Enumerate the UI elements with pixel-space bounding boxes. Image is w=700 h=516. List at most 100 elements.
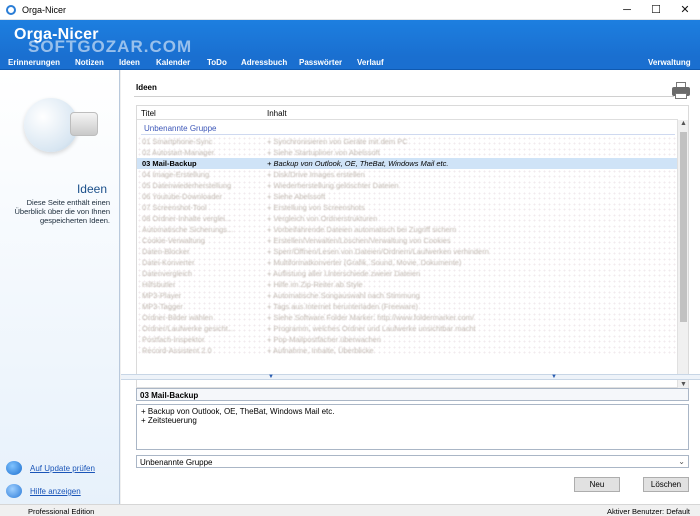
table-row[interactable]: 05 Datenwiederherstellung + Wiederherstel…	[137, 180, 678, 191]
row-title: 04 Image-Erstellung	[142, 170, 210, 179]
page-title: Ideen	[136, 83, 157, 92]
group-header[interactable]: Unbenannte Gruppe	[144, 124, 217, 133]
detail-title-field[interactable]: 03 Mail-Backup	[136, 388, 689, 401]
table-row[interactable]: 01 Smartphone-Sync + Synchronisieren von …	[137, 136, 678, 147]
active-user-label: Aktiver Benutzer: Default	[607, 507, 690, 516]
table-row[interactable]: MP3-Tagger + Tags aus Internet herunterla…	[137, 301, 678, 312]
nav-passwoerter[interactable]: Passwörter	[299, 58, 342, 67]
row-title: Automatische Sicherungs...	[142, 225, 234, 234]
table-row[interactable]: 02 Autostart-Manager + Siehe Startupliner…	[137, 147, 678, 158]
row-content: + Siehe Startupliner von Abelssoft	[267, 148, 380, 157]
ideas-grid: Titel Inhalt Unbenannte Gruppe 01 Smartp…	[136, 105, 689, 399]
app-icon	[6, 5, 16, 15]
splitter-marker-icon: ▼	[268, 374, 274, 380]
row-content: + Siehe Software Folder Marker: http://w…	[267, 313, 474, 322]
globe-icon	[6, 461, 22, 475]
sidebar-title: Ideen	[76, 182, 107, 196]
row-content: + Wiederherstellung gelöschter Dateien	[267, 181, 399, 190]
table-row[interactable]: 04 Image-Erstellung + Disk/Drive Images e…	[137, 169, 678, 180]
row-title: 05 Datenwiederherstellung	[142, 181, 232, 190]
table-row[interactable]: 08 Ordner-Inhalte verglei... + Vergleich …	[137, 213, 678, 224]
update-link[interactable]: Auf Update prüfen	[30, 464, 95, 473]
sidebar: Ideen Diese Seite enthält einen Überblic…	[0, 70, 120, 504]
row-content: + Automatische Songauswahl nach Stimmung	[267, 291, 420, 300]
column-header-inhalt[interactable]: Inhalt	[267, 109, 287, 118]
row-content: + Disk/Drive Images erstellen	[267, 170, 365, 179]
table-row[interactable]: 07 Screenshot-Tool + Erstellung von Scree…	[137, 202, 678, 213]
vertical-scroll-thumb[interactable]	[680, 132, 687, 322]
row-content: + Erstellen/Verwalten/Löschen/Verwaltung…	[267, 236, 451, 245]
scroll-up-icon[interactable]: ▲	[680, 120, 687, 127]
row-content: + Auflistung aller Unterschiede zweier D…	[267, 269, 421, 278]
table-row[interactable]: Daten-Blocker + Sperr/Öffnen/Lesen von Da…	[137, 246, 678, 257]
row-title: 01 Smartphone-Sync	[142, 137, 213, 146]
sidebar-description: Diese Seite enthält einen Überblick über…	[14, 198, 110, 225]
table-row[interactable]: Ordner-Bilder wählen + Siehe Software Fol…	[137, 312, 678, 323]
table-row[interactable]: Automatische Sicherungs... + Vorbeifahren…	[137, 224, 678, 235]
row-title: Datei-Konverter	[142, 258, 195, 267]
row-title: Cookie-Verwaltung	[142, 236, 205, 245]
row-content: + Pop-Mailpostfächer überwachen	[267, 335, 382, 344]
table-row[interactable]: 03 Mail-Backup + Backup von Outlook, OE, …	[137, 158, 678, 169]
row-title: 03 Mail-Backup	[142, 159, 197, 168]
window-title: Orga-Nicer	[22, 5, 67, 15]
watermark: SOFTGOZAR.COM	[28, 37, 193, 56]
row-content: + Backup von Outlook, OE, TheBat, Window…	[267, 159, 449, 168]
nav-verlauf[interactable]: Verlauf	[357, 58, 384, 67]
printer-icon[interactable]	[672, 82, 690, 100]
table-row[interactable]: Ordner/Laufwerke gesicht... + Programm, w…	[137, 323, 678, 334]
main-panel: Ideen Titel Inhalt Unbenannte Gruppe 01 …	[121, 70, 700, 504]
help-icon	[6, 484, 22, 498]
detail-content-textarea[interactable]: + Backup von Outlook, OE, TheBat, Window…	[136, 404, 689, 450]
scroll-down-icon[interactable]: ▼	[680, 381, 687, 388]
table-row[interactable]: Record-Assistent 2.0 + Aufnahme, Inhalte,…	[137, 345, 678, 356]
row-title: Ordner/Laufwerke gesicht...	[142, 324, 235, 333]
row-title: 02 Autostart-Manager	[142, 148, 215, 157]
maximize-button[interactable]: ☐	[641, 0, 671, 20]
row-content: + Hilfe im Zip-Reiter ab Style	[267, 280, 363, 289]
group-select[interactable]: Unbenannte Gruppe ⌄	[136, 455, 689, 468]
help-link-row[interactable]: Hilfe anzeigen	[6, 484, 116, 498]
row-title: Datenvergleich	[142, 269, 193, 278]
nav-erinnerungen[interactable]: Erinnerungen	[8, 58, 60, 67]
row-content: + Vergleich von Ordnerstrukturen	[267, 214, 378, 223]
row-title: Record-Assistent 2.0	[142, 346, 212, 355]
row-title: 07 Screenshot-Tool	[142, 203, 207, 212]
nav-ideen[interactable]: Ideen	[119, 58, 140, 67]
splitter-marker-icon: ▼	[551, 374, 557, 380]
table-row[interactable]: Hilfsbutler + Hilfe im Zip-Reiter ab Styl…	[137, 279, 678, 290]
row-content: + Programm, welches Ordner und Laufwerke…	[267, 324, 476, 333]
nav-todo[interactable]: ToDo	[207, 58, 227, 67]
new-button[interactable]: Neu	[574, 477, 620, 492]
close-button[interactable]: ✕	[670, 0, 700, 20]
group-divider	[141, 134, 675, 135]
panel-splitter[interactable]: ▼ ▼	[121, 374, 700, 380]
app-header: Orga-Nicer SOFTGOZAR.COM	[0, 20, 700, 57]
row-title: 08 Ordner-Inhalte verglei...	[142, 214, 232, 223]
row-title: MP3-Player	[142, 291, 182, 300]
help-link[interactable]: Hilfe anzeigen	[30, 487, 81, 496]
table-row[interactable]: Postfach-Inspektor + Pop-Mailpostfächer ü…	[137, 334, 678, 345]
table-row[interactable]: Cookie-Verwaltung + Erstellen/Verwalten/L…	[137, 235, 678, 246]
row-content: + Tags aus Internet herunterladen (Freew…	[267, 302, 418, 311]
grid-header: Titel Inhalt	[137, 106, 678, 120]
table-row[interactable]: MP3-Player + Automatische Songauswahl nac…	[137, 290, 678, 301]
table-row[interactable]: 06 Youtube-Downloader + Siehe Abelssoft	[137, 191, 678, 202]
vertical-scrollbar[interactable]: ▲ ▼	[677, 120, 688, 388]
nav-adressbuch[interactable]: Adressbuch	[241, 58, 287, 67]
main-nav: Erinnerungen Notizen Ideen Kalender ToDo…	[0, 57, 700, 70]
update-link-row[interactable]: Auf Update prüfen	[6, 461, 116, 475]
column-header-titel[interactable]: Titel	[141, 109, 156, 118]
row-title: Hilfsbutler	[142, 280, 176, 289]
nav-verwaltung[interactable]: Verwaltung	[648, 58, 691, 67]
table-row[interactable]: Datei-Konverter + Multiformatkonverter (G…	[137, 257, 678, 268]
nav-notizen[interactable]: Notizen	[75, 58, 104, 67]
chevron-down-icon[interactable]: ⌄	[678, 457, 685, 466]
table-row[interactable]: Datenvergleich + Auflistung aller Untersc…	[137, 268, 678, 279]
nav-kalender[interactable]: Kalender	[156, 58, 190, 67]
detail-line: + Backup von Outlook, OE, TheBat, Window…	[141, 407, 335, 416]
row-title: MP3-Tagger	[142, 302, 183, 311]
minimize-button[interactable]: ─	[612, 0, 642, 20]
row-title: Postfach-Inspektor	[142, 335, 205, 344]
delete-button[interactable]: Löschen	[643, 477, 689, 492]
